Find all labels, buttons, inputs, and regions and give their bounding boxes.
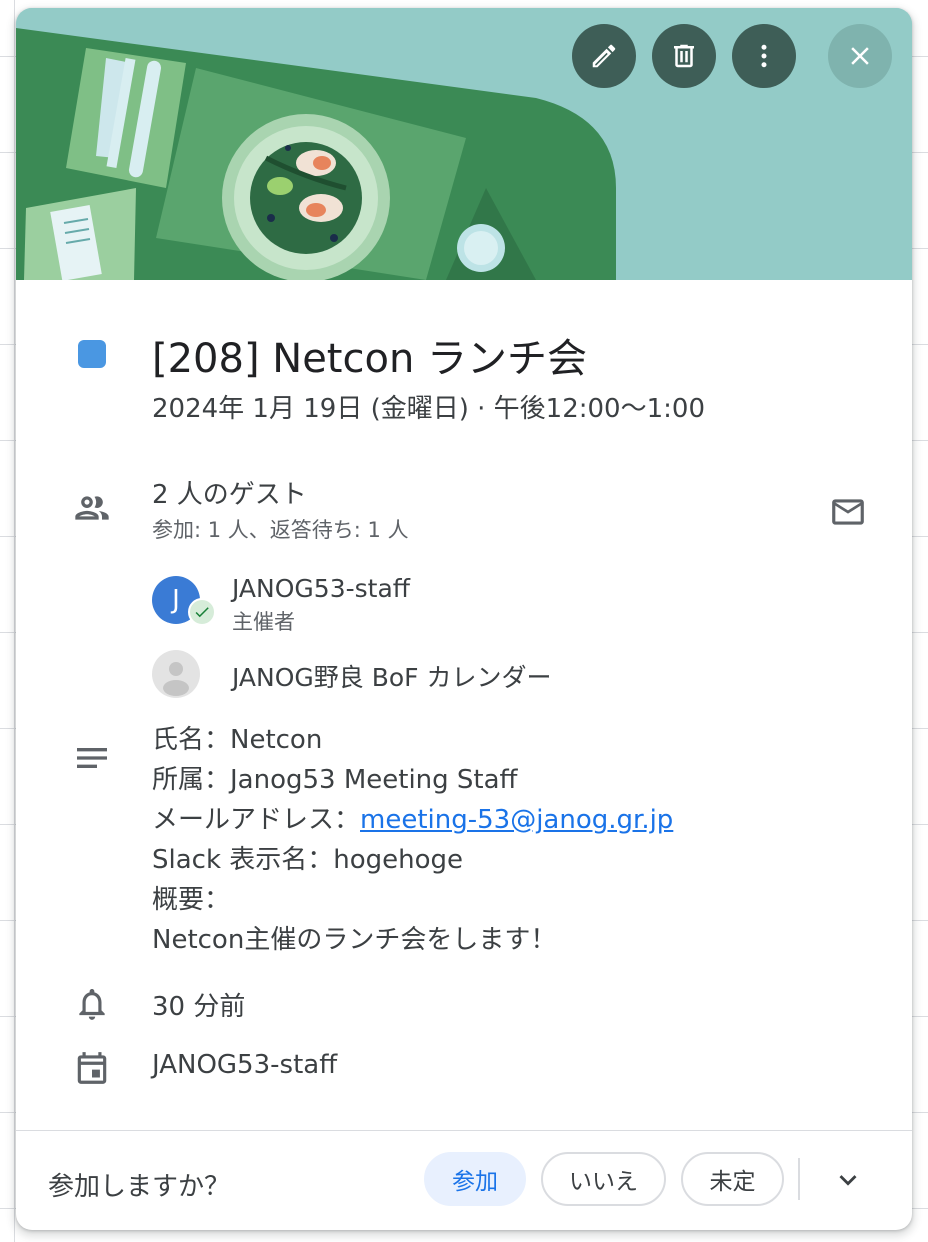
vertical-divider [798,1158,800,1200]
person-placeholder-icon [163,662,189,696]
rsvp-question: 参加しますか？ [48,1172,231,1202]
calendar-icon [72,1048,112,1088]
event-details-popup: [208] Netcon ランチ会 2024年 1月 19日 (金曜日) · 午… [16,8,912,1230]
guest-response-summary: 参加: 1 人、返答待ち: 1 人 [152,518,409,542]
pencil-icon [592,44,616,68]
email-guests-button[interactable] [822,486,874,538]
description-line: Netcon主催のランチ会をします！ [152,925,557,955]
guest-avatar[interactable] [152,650,200,698]
rsvp-yes-button[interactable]: 参加 [424,1152,526,1206]
accepted-check-icon [188,598,216,626]
delete-button[interactable] [652,24,716,88]
description-icon [72,738,112,778]
guest-name: JANOG野良 BoF カレンダー [232,663,552,692]
calendar-name: JANOG53-staff [152,1050,338,1080]
chevron-down-icon [839,1175,857,1186]
close-button[interactable] [828,24,892,88]
description-line: 氏名：Netcon [152,725,323,755]
organizer-label: 主催者 [232,610,295,634]
more-options-button[interactable] [732,24,796,88]
email-link[interactable]: meeting-53@janog.gr.jp [360,805,673,835]
people-icon [72,488,112,528]
footer-divider [16,1130,912,1131]
mail-icon [832,499,864,525]
guest-name: JANOG53-staff [232,574,410,603]
event-title: [208] Netcon ランチ会 [152,336,588,382]
more-vert-icon [761,44,767,68]
close-icon [851,47,869,65]
edit-button[interactable] [572,24,636,88]
rsvp-options-button[interactable] [822,1154,874,1206]
rsvp-maybe-button[interactable]: 未定 [681,1152,784,1206]
event-datetime: 2024年 1月 19日 (金曜日) · 午後12:00〜1:00 [152,394,705,424]
description-line: 概要： [152,885,231,915]
event-description: 氏名：Netcon 所属：Janog53 Meeting Staff メールアド… [152,720,673,960]
grid-line [14,0,15,1242]
reminder-text: 30 分前 [152,992,246,1022]
event-color-indicator [78,340,106,368]
bell-icon [72,984,112,1024]
description-line: Slack 表示名：hogehoge [152,845,464,875]
description-line: メールアドレス：meeting-53@janog.gr.jp [152,805,674,835]
description-line: 所属：Janog53 Meeting Staff [152,765,518,795]
guest-count: 2 人のゲスト [152,480,307,510]
trash-icon [674,44,694,68]
rsvp-no-button[interactable]: いいえ [541,1152,666,1206]
